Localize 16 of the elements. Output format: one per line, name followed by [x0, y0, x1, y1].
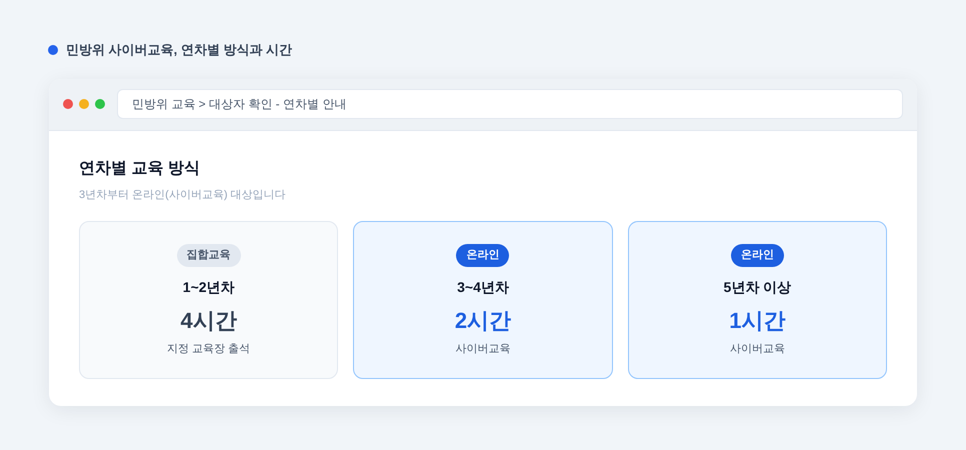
year-range: 5년차 이상: [723, 278, 792, 296]
hours-value: 4시간: [180, 306, 237, 334]
year-range: 3~4년차: [457, 278, 509, 296]
method-text: 지정 교육장 출석: [167, 342, 250, 356]
method-text: 사이버교육: [455, 342, 510, 356]
hours-value: 1시간: [729, 306, 786, 334]
type-badge: 집합교육: [176, 244, 241, 266]
type-badge: 온라인: [456, 244, 510, 266]
page-heading: 민방위 사이버교육, 연차별 방식과 시간: [66, 41, 292, 59]
type-badge: 온라인: [730, 244, 784, 266]
address-bar[interactable]: 민방위 교육 > 대상자 확인 - 연차별 안내: [117, 89, 903, 119]
section-title: 연차별 교육 방식: [79, 158, 201, 178]
year-range: 1~2년차: [182, 278, 235, 296]
section-subtitle: 3년차부터 온라인(사이버교육) 대상입니다: [79, 188, 287, 202]
hours-value: 2시간: [454, 306, 512, 334]
method-text: 사이버교육: [730, 342, 785, 356]
